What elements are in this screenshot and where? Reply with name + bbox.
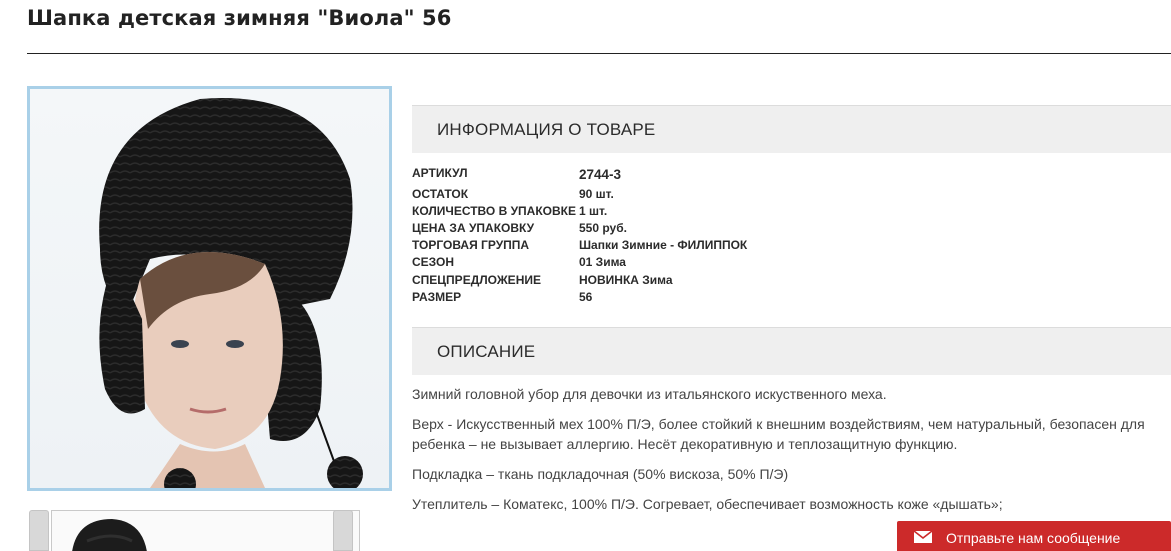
info-value: 56: [579, 290, 593, 304]
thumbnail-hat[interactable]: [51, 510, 360, 551]
carousel-prev-button[interactable]: [29, 510, 49, 551]
send-message-label: Отправьте нам сообщение: [946, 530, 1121, 546]
info-row-season: СЕЗОН 01 Зима: [412, 255, 1171, 272]
product-main-image[interactable]: [27, 86, 392, 491]
page-title: Шапка детская зимняя "Виола" 56: [27, 6, 452, 30]
send-message-button[interactable]: Отправьте нам сообщение: [897, 521, 1171, 551]
title-divider: [27, 53, 1171, 54]
description-paragraph: Подкладка – ткань подкладочная (50% виск…: [412, 466, 789, 482]
info-label: ТОРГОВАЯ ГРУППА: [412, 238, 530, 252]
info-row-trade-group: ТОРГОВАЯ ГРУППА Шапки Зимние - ФИЛИППОК: [412, 238, 1171, 255]
info-row-stock: ОСТАТОК 90 шт.: [412, 187, 1171, 204]
product-photo-illustration: [99, 98, 363, 488]
info-section-heading: ИНФОРМАЦИЯ О ТОВАРЕ: [437, 120, 656, 139]
info-value: 550 руб.: [579, 221, 627, 235]
info-value: НОВИНКА Зима: [579, 273, 673, 287]
envelope-icon: [914, 531, 932, 543]
info-row-price: ЦЕНА ЗА УПАКОВКУ 550 руб.: [412, 221, 1171, 238]
info-row-special-offer: СПЕЦПРЕДЛОЖЕНИЕ НОВИНКА Зима: [412, 273, 1171, 290]
info-value: 1 шт.: [579, 204, 608, 218]
description-paragraph: Зимний головной убор для девочки из итал…: [412, 386, 887, 402]
carousel-next-button[interactable]: [333, 510, 353, 551]
description-paragraph: Верх - Искусственный мех 100% П/Э, более…: [412, 416, 1145, 452]
info-label: АРТИКУЛ: [412, 166, 468, 180]
description-section-heading: ОПИСАНИЕ: [437, 342, 536, 361]
info-row-pack-qty: КОЛИЧЕСТВО В УПАКОВКЕ 1 шт.: [412, 204, 1171, 221]
description-section-header: ОПИСАНИЕ: [412, 327, 1171, 375]
info-label: СЕЗОН: [412, 255, 455, 269]
thumbnail-image: [72, 519, 147, 551]
info-label: ЦЕНА ЗА УПАКОВКУ: [412, 221, 535, 235]
info-value: Шапки Зимние - ФИЛИППОК: [579, 238, 748, 252]
info-label: КОЛИЧЕСТВО В УПАКОВКЕ: [412, 204, 576, 218]
info-row-size: РАЗМЕР 56: [412, 290, 1171, 307]
info-label: ОСТАТОК: [412, 187, 469, 201]
info-label: СПЕЦПРЕДЛОЖЕНИЕ: [412, 273, 541, 287]
info-value: 2744-3: [579, 167, 622, 182]
info-label: РАЗМЕР: [412, 290, 462, 304]
thumbnail-carousel: [29, 510, 360, 551]
info-value: 90 шт.: [579, 187, 614, 201]
info-section-header: ИНФОРМАЦИЯ О ТОВАРЕ: [412, 105, 1171, 153]
info-value: 01 Зима: [579, 255, 626, 269]
description-paragraph: Утеплитель – Коматекс, 100% П/Э. Согрева…: [412, 496, 1003, 512]
info-row-article: АРТИКУЛ 2744-3: [412, 166, 1171, 183]
